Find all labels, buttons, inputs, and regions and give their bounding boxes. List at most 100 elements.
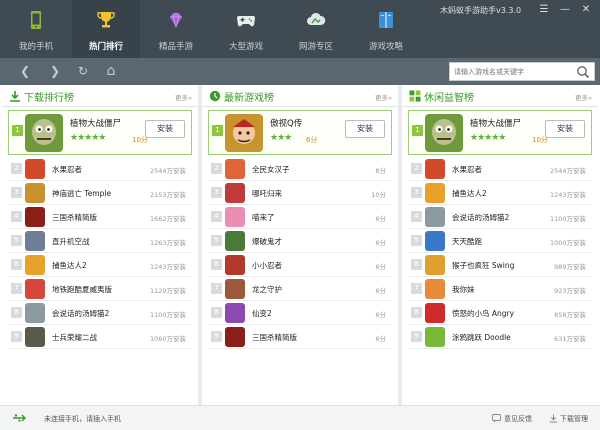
rank-badge: 3 [11,187,22,198]
game-icon [425,159,445,179]
star-rating: ★★★ [270,133,292,143]
more-arrow-icon: » [188,94,192,102]
list-item[interactable]: 5 爆破鬼才 6分 [208,229,392,253]
install-button[interactable]: 安装 [345,120,385,138]
puzzle-icon [409,90,421,102]
more-label: 更多 [575,94,589,102]
rank-badge: 8 [11,307,22,318]
list-item[interactable]: 3 神庙逃亡 Temple 2153万安装 [8,181,192,205]
game-name: 仙变2 [252,309,272,318]
top-ranked-item[interactable]: 1 植物大战僵尸 ★★★★★ 10分 安装 [408,110,592,155]
list-item[interactable]: 6 捕鱼达人2 1243万安装 [8,253,192,277]
tab-online-games[interactable]: 网游专区 [282,0,350,58]
list-item[interactable]: 2 全民女汉子 8分 [208,157,392,181]
game-name: 龙之守护 [252,285,282,294]
list-item[interactable]: 8 会说话的汤姆猫2 1100万安装 [8,301,192,325]
more-link[interactable]: 更多» [375,92,392,102]
tab-hot-ranking[interactable]: 热门排行 [72,0,140,58]
list-item[interactable]: 2 水果忍者 2544万安装 [8,157,192,181]
list-item[interactable]: 4 喵来了 6分 [208,205,392,229]
rank-badge: 6 [11,259,22,270]
list-item[interactable]: 5 天天酷跑 1000万安装 [408,229,592,253]
game-score: 10分 [371,191,386,199]
install-count: 923万安装 [554,287,586,295]
zombie-game-icon [25,114,63,152]
install-count: 858万安装 [554,311,586,319]
game-name: 神庙逃亡 Temple [52,189,112,198]
search-input[interactable] [450,63,570,80]
download-manager-link[interactable]: 下载管理 [560,414,588,424]
list-item[interactable]: 8 仙变2 6分 [208,301,392,325]
star-rating: ★★★★★ [470,133,506,143]
usb-icon [13,414,26,422]
game-name: 地铁跑酷夏威夷版 [52,285,112,294]
list-item[interactable]: 6 小小忍者 6分 [208,253,392,277]
game-name: 天天酷跑 [452,237,482,246]
install-count: 1243万安装 [149,263,186,271]
game-icon [225,183,245,203]
top-ranked-item[interactable]: 1 植物大战僵尸 ★★★★★ 10分 安装 [8,110,192,155]
install-count: 1263万安装 [149,239,186,247]
download-arrow-icon [10,91,20,102]
refresh-icon[interactable]: ↻ [75,63,91,79]
forward-icon[interactable]: ❯ [47,63,63,79]
list-item[interactable]: 8 愤怒的小鸟 Angry 858万安装 [408,301,592,325]
game-icon [225,279,245,299]
game-name: 水果忍者 [452,165,482,174]
rank-badge: 7 [211,283,222,294]
game-icon [225,255,245,275]
tab-premium-games[interactable]: 精品手游 [142,0,210,58]
search-icon[interactable] [576,65,590,79]
game-name: 喵来了 [252,213,275,222]
menu-button[interactable]: ☰ [536,3,552,17]
game-icon [25,207,45,227]
list-item[interactable]: 2 水果忍者 2544万安装 [408,157,592,181]
game-score: 8分 [375,167,386,175]
install-button[interactable]: 安装 [145,120,185,138]
minimize-button[interactable]: — [557,3,573,17]
more-link[interactable]: 更多» [175,92,192,102]
more-arrow-icon: » [388,94,392,102]
home-icon[interactable]: ⌂ [103,63,119,79]
game-icon [425,207,445,227]
game-name: 捕鱼达人2 [52,261,87,270]
game-name: 三国杀精简版 [52,213,97,222]
more-link[interactable]: 更多» [575,92,592,102]
install-button[interactable]: 安装 [545,120,585,138]
list-item[interactable]: 3 捕鱼达人2 1243万安装 [408,181,592,205]
tab-my-phone[interactable]: 我的手机 [2,0,70,58]
list-item[interactable]: 7 龙之守护 6分 [208,277,392,301]
list-item[interactable]: 4 三国杀精简版 1662万安装 [8,205,192,229]
tab-large-games[interactable]: 大型游戏 [212,0,280,58]
list-item[interactable]: 7 我你妹 923万安装 [408,277,592,301]
game-name: 小小忍者 [252,261,282,270]
list-item[interactable]: 7 地铁跑酷夏威夷版 1129万安装 [8,277,192,301]
game-icon [25,303,45,323]
list-item[interactable]: 9 三国杀精简版 6分 [208,325,392,349]
rank-badge: 4 [11,211,22,222]
rank-badge: 6 [411,259,422,270]
rank-badge: 3 [411,187,422,198]
game-name: 全民女汉子 [252,165,290,174]
list-item[interactable]: 9 涂鸦跳跃 Doodle 631万安装 [408,325,592,349]
list-item[interactable]: 6 猴子也疯狂 Swing 989万安装 [408,253,592,277]
back-icon[interactable]: ❮ [17,63,33,79]
list-item[interactable]: 3 哪吒归来 10分 [208,181,392,205]
list-item[interactable]: 9 士兵荣耀二战 1060万安装 [8,325,192,349]
tab-label: 热门排行 [88,42,123,52]
tab-label: 我的手机 [18,42,53,52]
tab-game-guides[interactable]: 游戏攻略 [352,0,420,58]
top-ranked-item[interactable]: 1 傲视Q传 ★★★ 6分 安装 [208,110,392,155]
rank-badge: 7 [411,283,422,294]
list-item[interactable]: 5 直升机空战 1263万安装 [8,229,192,253]
feedback-link[interactable]: 意见反馈 [504,414,532,424]
install-count: 1129万安装 [149,287,186,295]
install-count: 1100万安装 [149,311,186,319]
game-icon [425,231,445,251]
close-button[interactable]: ✕ [578,3,594,17]
list-item[interactable]: 4 会说话的汤姆猫2 1100万安装 [408,205,592,229]
panel-title: 下载排行榜 [24,93,74,104]
cloud-icon [307,12,326,25]
rank-badge: 8 [411,307,422,318]
rank-badge: 8 [211,307,222,318]
